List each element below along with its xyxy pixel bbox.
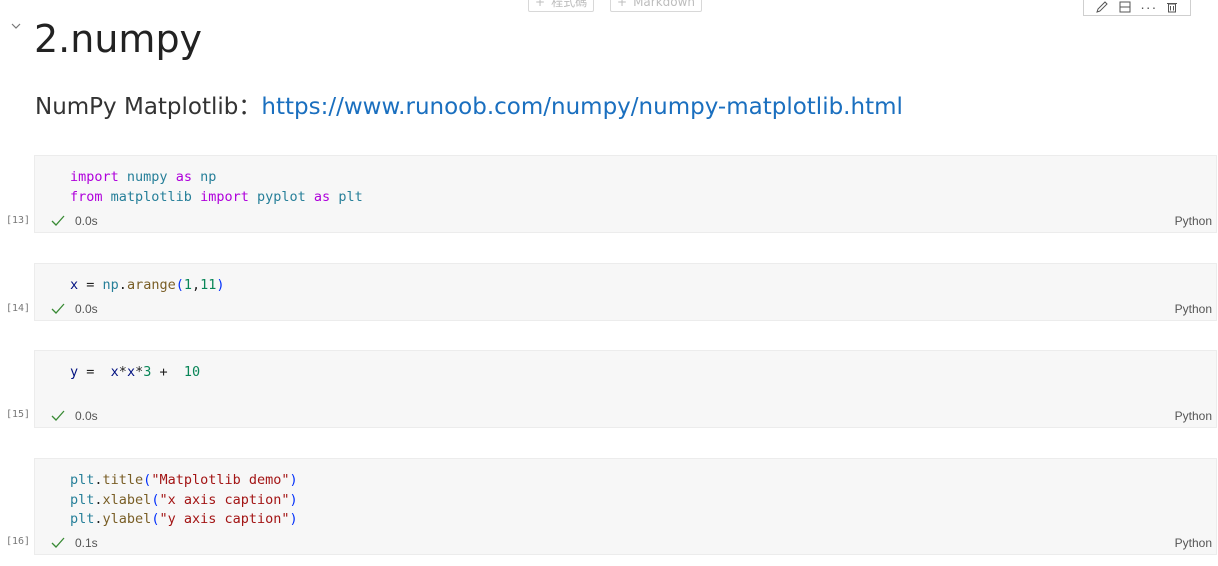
execution-status: 0.1s [51, 536, 98, 550]
add-markdown-label: Markdown [633, 0, 696, 9]
language-indicator[interactable]: Python [1175, 302, 1212, 316]
trash-icon[interactable] [1165, 0, 1179, 14]
more-icon[interactable]: ··· [1140, 0, 1156, 14]
execution-time: 0.0s [75, 302, 98, 316]
execution-count: [16] [6, 536, 31, 547]
page-title: 2.numpy [34, 17, 203, 61]
plus-icon: + [617, 0, 628, 9]
para-prefix: NumPy Matplotlib： [35, 94, 262, 120]
pencil-icon[interactable] [1095, 0, 1109, 14]
add-markdown-cell-button[interactable]: + Markdown [610, 0, 703, 12]
language-indicator[interactable]: Python [1175, 409, 1212, 423]
code-editor[interactable]: import numpy as np from matplotlib impor… [70, 168, 363, 207]
plus-icon: + [535, 0, 546, 9]
execution-status: 0.0s [51, 214, 98, 228]
add-code-label: 程式碼 [551, 0, 588, 9]
check-icon [51, 410, 65, 421]
code-editor[interactable]: y = x*x*3 + 10 [70, 363, 200, 383]
markdown-paragraph: NumPy Matplotlib：https://www.runoob.com/… [35, 90, 903, 124]
code-cell[interactable]: y = x*x*3 + 10 0.0s Python [34, 350, 1217, 428]
language-indicator[interactable]: Python [1175, 536, 1212, 550]
code-cell[interactable]: plt.title("Matplotlib demo") plt.xlabel(… [34, 458, 1217, 555]
chevron-down-icon[interactable] [9, 19, 23, 33]
execution-time: 0.1s [75, 536, 98, 550]
execution-count: [15] [6, 409, 31, 420]
split-cell-icon[interactable] [1118, 0, 1132, 14]
check-icon [51, 215, 65, 226]
check-icon [51, 537, 65, 548]
code-editor[interactable]: plt.title("Matplotlib demo") plt.xlabel(… [70, 471, 298, 530]
execution-time: 0.0s [75, 409, 98, 423]
execution-time: 0.0s [75, 214, 98, 228]
execution-status: 0.0s [51, 302, 98, 316]
code-cell[interactable]: x = np.arange(1,11) 0.0s Python [34, 263, 1217, 321]
code-editor[interactable]: x = np.arange(1,11) [70, 276, 225, 296]
code-cell[interactable]: import numpy as np from matplotlib impor… [34, 155, 1217, 233]
check-icon [51, 303, 65, 314]
add-code-cell-button[interactable]: + 程式碼 [528, 0, 595, 12]
execution-status: 0.0s [51, 409, 98, 423]
execution-count: [14] [6, 303, 31, 314]
cell-toolbar: ··· [1083, 0, 1191, 16]
runoob-link[interactable]: https://www.runoob.com/numpy/numpy-matpl… [261, 94, 902, 120]
execution-count: [13] [6, 215, 31, 226]
language-indicator[interactable]: Python [1175, 214, 1212, 228]
